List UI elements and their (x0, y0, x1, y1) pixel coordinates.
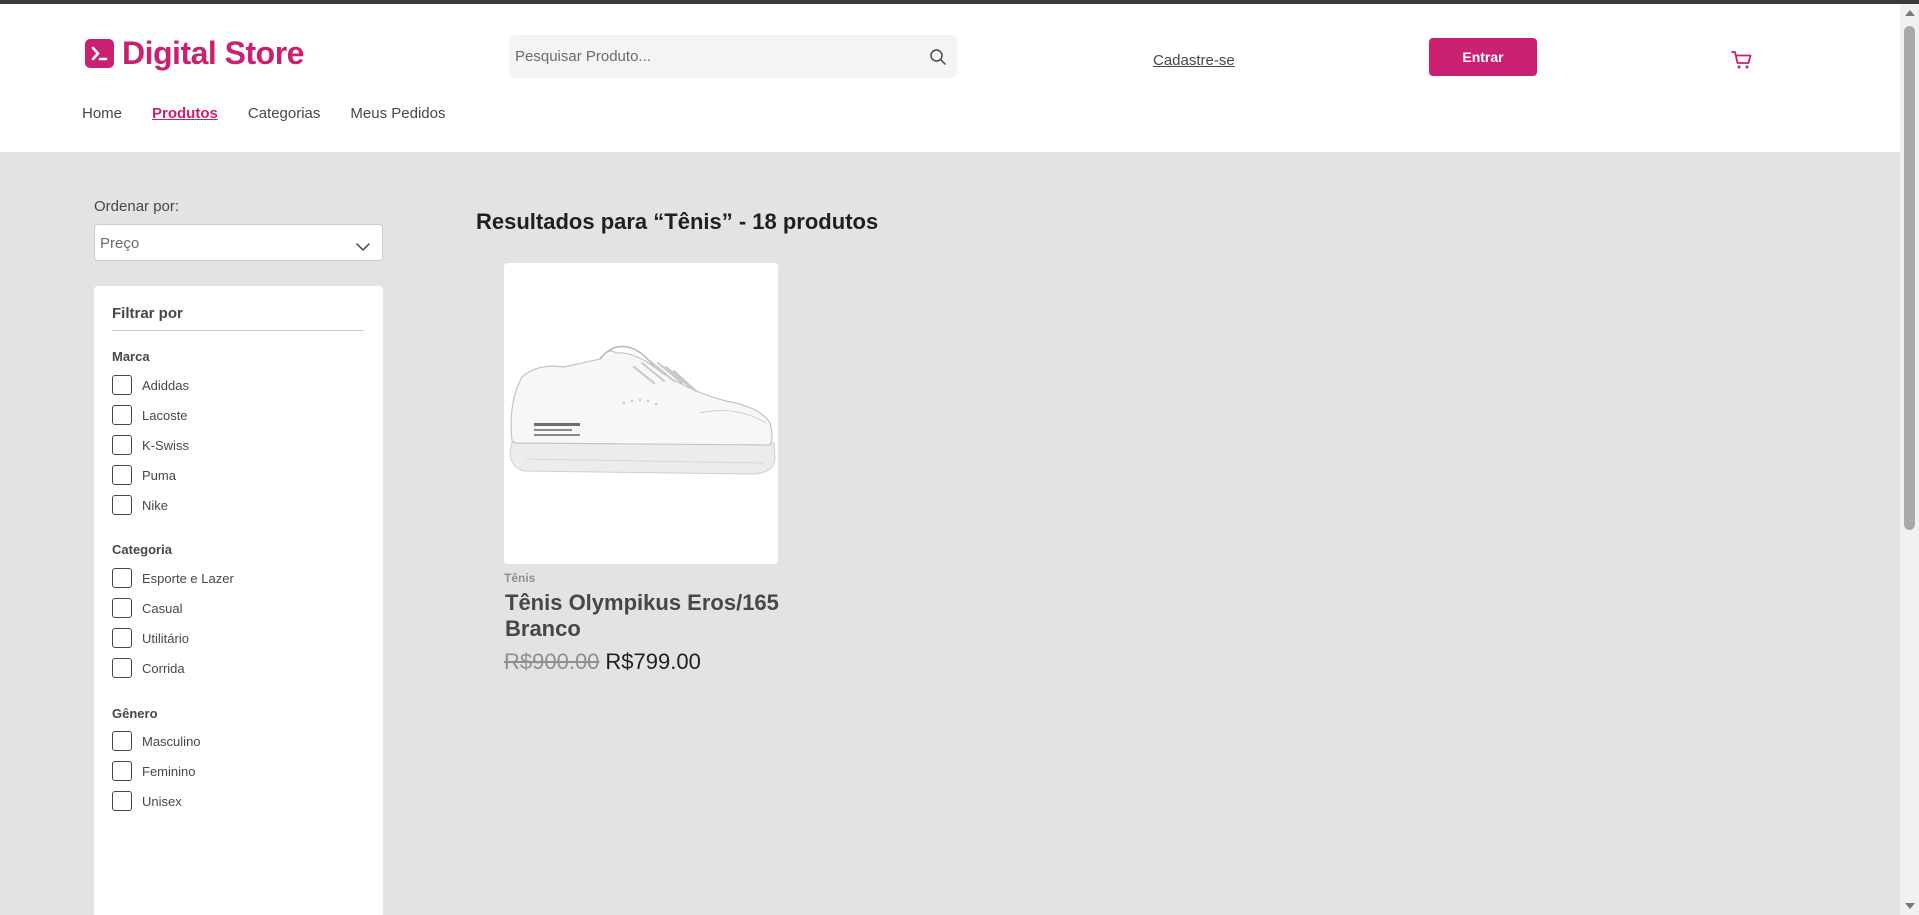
option-label: Adiddas (142, 377, 189, 393)
option-label: Puma (142, 467, 176, 483)
product-original-price: R$900.00 (504, 649, 600, 674)
checkbox[interactable] (112, 598, 132, 618)
nav-item-categorias[interactable]: Categorias (248, 105, 321, 122)
sneaker-image (509, 345, 776, 475)
checkbox[interactable] (112, 791, 132, 811)
search-bar (509, 35, 957, 78)
filter-option-feminino[interactable]: Feminino (112, 761, 195, 781)
filter-option-masculino[interactable]: Masculino (112, 731, 201, 751)
filter-group-title-genero: Gênero (112, 706, 158, 721)
vertical-scrollbar[interactable] (1900, 4, 1919, 915)
filter-option-adiddas[interactable]: Adiddas (112, 375, 189, 395)
checkbox[interactable] (112, 568, 132, 588)
site-header: Digital Store Cadastre-se Entrar Home Pr… (0, 4, 1900, 152)
nav-item-home[interactable]: Home (82, 105, 122, 122)
option-label: Utilitário (142, 630, 189, 646)
scroll-up-arrow-icon[interactable] (1905, 10, 1915, 16)
option-label: Unisex (142, 793, 182, 809)
checkbox[interactable] (112, 731, 132, 751)
scroll-down-arrow-icon[interactable] (1905, 903, 1915, 909)
filter-option-nike[interactable]: Nike (112, 495, 168, 515)
product-category: Tênis (504, 571, 536, 585)
nav-item-produtos[interactable]: Produtos (152, 105, 218, 122)
nav-item-meus-pedidos[interactable]: Meus Pedidos (350, 105, 445, 122)
logo[interactable]: Digital Store (85, 35, 304, 72)
checkbox[interactable] (112, 405, 132, 425)
filter-option-puma[interactable]: Puma (112, 465, 176, 485)
search-input[interactable] (515, 35, 915, 78)
option-label: Corrida (142, 660, 185, 676)
filter-panel: Filtrar por Marca Adiddas Lacoste K-Swis… (94, 286, 383, 915)
option-label: Masculino (142, 733, 201, 749)
terminal-icon (85, 39, 114, 68)
filter-option-lacoste[interactable]: Lacoste (112, 405, 188, 425)
filter-option-casual[interactable]: Casual (112, 598, 182, 618)
sort-selected-value: Preço (100, 235, 140, 252)
filter-option-corrida[interactable]: Corrida (112, 658, 185, 678)
product-prices: R$900.00 R$799.00 (504, 649, 701, 675)
filter-group-title-marca: Marca (112, 349, 150, 364)
option-label: Lacoste (142, 407, 188, 423)
checkbox[interactable] (112, 435, 132, 455)
chevron-down-icon (356, 239, 370, 257)
cart-icon[interactable] (1731, 50, 1753, 75)
filter-option-esporte-e-lazer[interactable]: Esporte e Lazer (112, 568, 234, 588)
checkbox[interactable] (112, 465, 132, 485)
checkbox[interactable] (112, 628, 132, 648)
checkbox[interactable] (112, 495, 132, 515)
main-nav: Home Produtos Categorias Meus Pedidos (82, 105, 445, 122)
filter-option-k-swiss[interactable]: K-Swiss (112, 435, 189, 455)
product-name[interactable]: Tênis Olympikus Eros/165 Branco (505, 590, 805, 642)
option-label: Feminino (142, 763, 196, 779)
results-title: Resultados para “Tênis” - 18 produtos (476, 209, 879, 234)
product-sale-price: R$799.00 (605, 649, 701, 674)
filter-group-title-categoria: Categoria (112, 542, 172, 557)
logo-text: Digital Store (122, 35, 304, 71)
option-label: K-Swiss (142, 437, 189, 453)
filter-divider (112, 330, 364, 331)
option-label: Esporte e Lazer (142, 570, 234, 586)
filter-title: Filtrar por (112, 305, 183, 322)
sort-label: Ordenar por: (94, 198, 180, 215)
login-button[interactable]: Entrar (1429, 38, 1537, 76)
filter-option-unisex[interactable]: Unisex (112, 791, 182, 811)
scroll-thumb[interactable] (1904, 26, 1915, 530)
checkbox[interactable] (112, 761, 132, 781)
checkbox[interactable] (112, 658, 132, 678)
filter-option-utilitario[interactable]: Utilitário (112, 628, 189, 648)
sort-select[interactable]: Preço (94, 224, 383, 261)
search-icon[interactable] (929, 48, 947, 71)
signup-link[interactable]: Cadastre-se (1153, 52, 1235, 69)
product-image[interactable] (504, 263, 778, 564)
checkbox[interactable] (112, 375, 132, 395)
option-label: Casual (142, 600, 183, 616)
option-label: Nike (142, 497, 169, 513)
